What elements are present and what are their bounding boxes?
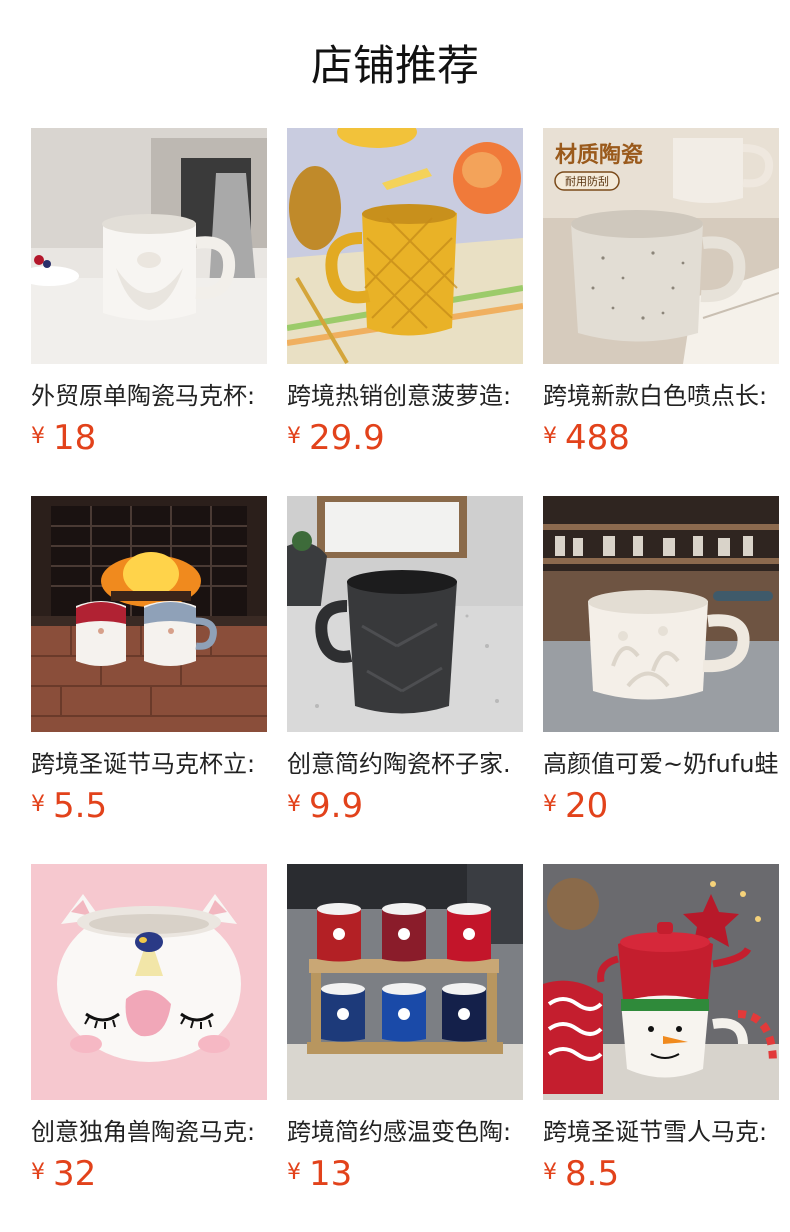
product-image[interactable]	[31, 128, 267, 364]
product-card[interactable]: 创意独角兽陶瓷马克: ¥32	[31, 864, 267, 1194]
product-image[interactable]	[287, 864, 523, 1100]
product-name[interactable]: 跨境简约感温变色陶:	[287, 1116, 523, 1148]
badge-subtitle: 耐用防刮	[565, 174, 609, 188]
embossed-white-mug-image	[543, 496, 779, 732]
product-name[interactable]: 跨境新款白色喷点长:	[543, 380, 779, 412]
product-image[interactable]	[31, 496, 267, 732]
black-faceted-mug-image	[287, 496, 523, 732]
price-value: 8.5	[565, 1154, 620, 1194]
product-name[interactable]: 创意简约陶瓷杯子家.	[287, 748, 523, 780]
product-price: ¥32	[31, 1152, 96, 1194]
currency-symbol: ¥	[543, 424, 557, 449]
football-club-mugs-image	[287, 864, 523, 1100]
currency-symbol: ¥	[287, 792, 301, 817]
product-image[interactable]	[287, 496, 523, 732]
product-card[interactable]: 创意简约陶瓷杯子家. ¥9.9	[287, 496, 523, 826]
price-value: 29.9	[309, 418, 385, 458]
product-image[interactable]	[543, 496, 779, 732]
price-value: 32	[53, 1154, 97, 1194]
product-price: ¥5.5	[31, 784, 107, 826]
product-price: ¥9.9	[287, 784, 363, 826]
product-price: ¥8.5	[543, 1152, 619, 1194]
product-card[interactable]: 跨境简约感温变色陶: ¥13	[287, 864, 523, 1194]
product-name[interactable]: 高颜值可爱~奶fufu蛙	[543, 748, 779, 780]
product-price: ¥13	[287, 1152, 352, 1194]
product-price: ¥488	[543, 416, 630, 458]
product-image[interactable]: 材质陶瓷 耐用防刮	[543, 128, 779, 364]
product-card[interactable]: 高颜值可爱~奶fufu蛙 ¥20	[543, 496, 779, 826]
currency-symbol: ¥	[287, 1160, 301, 1185]
currency-symbol: ¥	[31, 1160, 45, 1185]
product-image[interactable]	[287, 128, 523, 364]
product-card[interactable]: 外贸原单陶瓷马克杯: ¥18	[31, 128, 267, 458]
product-price: ¥18	[31, 416, 96, 458]
section-title: 店铺推荐	[310, 41, 479, 90]
price-value: 5.5	[53, 786, 108, 826]
yellow-pineapple-mug-image	[287, 128, 523, 364]
speckled-white-mug-image: 材质陶瓷 耐用防刮	[543, 128, 779, 364]
santa-mugs-fireplace-image	[31, 496, 267, 732]
price-value: 9.9	[309, 786, 364, 826]
price-value: 488	[565, 418, 630, 458]
currency-symbol: ¥	[31, 792, 45, 817]
product-name[interactable]: 跨境圣诞节雪人马克:	[543, 1116, 779, 1148]
product-card[interactable]: 跨境圣诞节马克杯立: ¥5.5	[31, 496, 267, 826]
product-name[interactable]: 创意独角兽陶瓷马克:	[31, 1116, 267, 1148]
currency-symbol: ¥	[543, 1160, 557, 1185]
snowman-teapot-mug-image	[543, 864, 779, 1100]
product-card[interactable]: 跨境圣诞节雪人马克: ¥8.5	[543, 864, 779, 1194]
currency-symbol: ¥	[287, 424, 301, 449]
price-value: 20	[565, 786, 609, 826]
product-image[interactable]	[31, 864, 267, 1100]
product-name[interactable]: 跨境圣诞节马克杯立:	[31, 748, 267, 780]
white-santa-mug-image	[31, 128, 267, 364]
price-value: 13	[309, 1154, 353, 1194]
product-name[interactable]: 跨境热销创意菠萝造:	[287, 380, 523, 412]
product-price: ¥20	[543, 784, 608, 826]
product-name[interactable]: 外贸原单陶瓷马克杯:	[31, 380, 267, 412]
product-card[interactable]: 材质陶瓷 耐用防刮 跨境新款白色喷点长: ¥488	[543, 128, 779, 458]
product-price: ¥29.9	[287, 416, 385, 458]
currency-symbol: ¥	[543, 792, 557, 817]
product-image[interactable]	[543, 864, 779, 1100]
unicorn-mug-image	[31, 864, 267, 1100]
price-value: 18	[53, 418, 97, 458]
currency-symbol: ¥	[31, 424, 45, 449]
badge-title: 材质陶瓷	[555, 142, 643, 168]
product-card[interactable]: 跨境热销创意菠萝造: ¥29.9	[287, 128, 523, 458]
